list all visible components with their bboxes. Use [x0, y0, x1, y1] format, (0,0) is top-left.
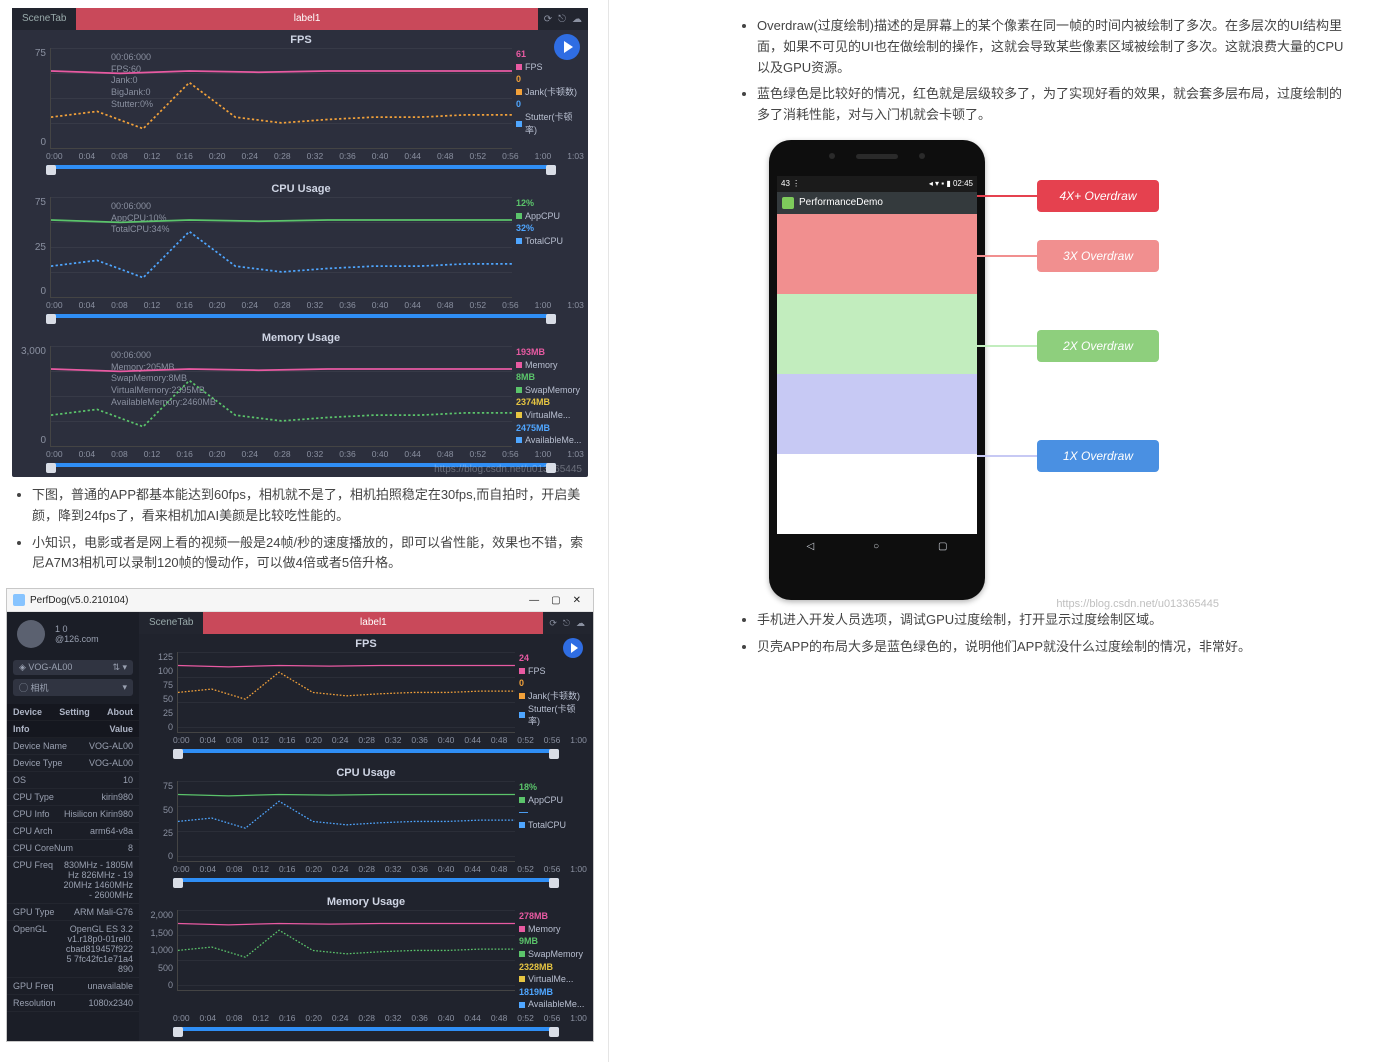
table-row: CPU CoreNum8: [7, 840, 139, 857]
watermark: https://blog.csdn.net/u013365445: [434, 464, 582, 475]
overdraw-row: [777, 454, 977, 534]
scene-tab-2[interactable]: SceneTab: [139, 612, 203, 634]
scene-tab[interactable]: SceneTab: [12, 8, 76, 30]
list-item: 蓝色绿色是比较好的情况，红色就是层级较多了，为了实现好看的效果，就会套多层布局，…: [757, 84, 1353, 126]
phone-mockup: 43 ⋮◂ ▾ ▪ ▮ 02:45 PerformanceDemo ◁ ○ ▢: [769, 140, 985, 600]
overdraw-row: [777, 374, 977, 454]
share-icon[interactable]: ⎋: [563, 618, 570, 629]
device-select[interactable]: ◈ VOG-AL00⇅ ▾: [13, 660, 133, 675]
sync-icon[interactable]: ⟳: [549, 618, 557, 629]
table-row: Resolution1080x2340: [7, 995, 139, 1012]
app-icon: [13, 594, 25, 606]
list-item: 贝壳APP的布局大多是蓝色绿色的，说明他们APP就没什么过度绘制的情况，非常好。: [757, 637, 1353, 658]
label-tab-2[interactable]: label1: [203, 612, 543, 634]
status-bar: 43 ⋮◂ ▾ ▪ ▮ 02:45: [777, 176, 977, 192]
min-icon[interactable]: —: [523, 595, 545, 606]
window-title: PerfDog(v5.0.210104): [30, 595, 128, 606]
overdraw-illustration: 43 ⋮◂ ▾ ▪ ▮ 02:45 PerformanceDemo ◁ ○ ▢ 4X…: [769, 140, 1189, 600]
table-row: CPU Typekirin980: [7, 789, 139, 806]
app-icon: [782, 197, 794, 209]
sync-icon[interactable]: ⟳: [544, 14, 552, 25]
app-bar: PerformanceDemo: [777, 192, 977, 214]
share-icon[interactable]: ⎋: [558, 14, 566, 25]
overdraw-legend-pill: 1X Overdraw: [1037, 440, 1159, 472]
overdraw-legend-pill: 2X Overdraw: [1037, 330, 1159, 362]
user-name: 1 0: [55, 624, 99, 634]
list-item: 下图，普通的APP都基本能达到60fps，相机就不是了，相机拍照稳定在30fps…: [32, 485, 596, 527]
list-item: 小知识，电影或者是网上看的视频一般是24帧/秒的速度播放的，即可以省性能，效果也…: [32, 533, 596, 575]
sidebar-tab[interactable]: Setting: [59, 707, 90, 717]
nav-icon[interactable]: ◁: [806, 541, 814, 552]
table-row: Device TypeVOG-AL00: [7, 755, 139, 772]
table-row: OpenGLOpenGL ES 3.2 v1.r18p0-01rel0.cbad…: [7, 921, 139, 978]
table-row: GPU Frequnavailable: [7, 978, 139, 995]
table-row: Device NameVOG-AL00: [7, 738, 139, 755]
table-row: CPU Archarm64-v8a: [7, 823, 139, 840]
nav-icon[interactable]: ○: [873, 541, 879, 552]
android-navbar: ◁ ○ ▢: [777, 534, 977, 560]
list-item: Overdraw(过度绘制)描述的是屏幕上的某个像素在同一帧的时间内被绘制了多次…: [757, 16, 1353, 78]
bullet-list-right-2: 手机进入开发人员选项，调试GPU过度绘制，打开显示过度绘制区域。贝壳APP的布局…: [729, 610, 1353, 658]
avatar[interactable]: [17, 620, 45, 648]
bullet-list-right-1: Overdraw(过度绘制)描述的是屏幕上的某个像素在同一帧的时间内被绘制了多次…: [729, 16, 1353, 126]
overdraw-legend-pill: 3X Overdraw: [1037, 240, 1159, 272]
bullet-list-1: 下图，普通的APP都基本能达到60fps，相机就不是了，相机拍照稳定在30fps…: [4, 485, 596, 574]
window-titlebar: PerfDog(v5.0.210104) — ▢ ✕: [7, 589, 593, 612]
device-sidebar: 1 0 @126.com ◈ VOG-AL00⇅ ▾ ◯ 相机▾ Device S…: [7, 612, 139, 1041]
table-row: CPU Freq830MHz - 1805MHz 826MHz - 1920MH…: [7, 857, 139, 904]
label-tab[interactable]: label1: [76, 8, 537, 30]
watermark-right: https://blog.csdn.net/u013365445: [1056, 598, 1219, 610]
overdraw-legend-pill: 4X+ Overdraw: [1037, 180, 1159, 212]
overdraw-row: [777, 294, 977, 374]
nav-icon[interactable]: ▢: [938, 541, 947, 552]
table-row: GPU TypeARM Mali-G76: [7, 904, 139, 921]
app-select[interactable]: ◯ 相机▾: [13, 679, 133, 696]
close-icon[interactable]: ✕: [567, 595, 587, 606]
perfdog-window: PerfDog(v5.0.210104) — ▢ ✕ 1 0 @126.com …: [6, 588, 594, 1042]
cloud-icon[interactable]: ☁: [572, 14, 582, 25]
table-row: InfoValue: [7, 721, 139, 738]
play-button[interactable]: [554, 34, 580, 60]
list-item: 手机进入开发人员选项，调试GPU过度绘制，打开显示过度绘制区域。: [757, 610, 1353, 631]
app-title: PerformanceDemo: [799, 197, 883, 208]
perfdog-screenshot-1: SceneTab label1 ⟳ ⎋ ☁ FPS75000:06:000FPS…: [12, 8, 588, 477]
table-row: OS10: [7, 772, 139, 789]
cloud-icon[interactable]: ☁: [576, 618, 585, 629]
user-email: @126.com: [55, 634, 99, 644]
max-icon[interactable]: ▢: [545, 595, 566, 606]
sidebar-tab[interactable]: Device: [13, 707, 42, 717]
sidebar-tab[interactable]: About: [107, 707, 133, 717]
table-row: CPU InfoHisilicon Kirin980: [7, 806, 139, 823]
overdraw-row: [777, 214, 977, 294]
